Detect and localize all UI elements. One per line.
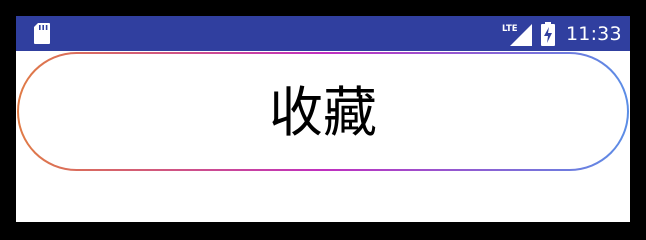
sd-card-icon	[34, 23, 50, 44]
battery-charging-icon	[541, 22, 555, 46]
lte-signal-icon: LTE	[502, 24, 532, 46]
status-bar: LTE 11:33	[16, 16, 630, 51]
favorite-button-inner[interactable]: 收藏	[19, 54, 627, 169]
status-time: 11:33	[566, 23, 622, 45]
lte-label: LTE	[502, 24, 518, 34]
screen: LTE 11:33 收藏	[16, 16, 630, 222]
favorite-button-label: 收藏	[269, 80, 377, 144]
favorite-button[interactable]: 收藏	[17, 52, 629, 171]
